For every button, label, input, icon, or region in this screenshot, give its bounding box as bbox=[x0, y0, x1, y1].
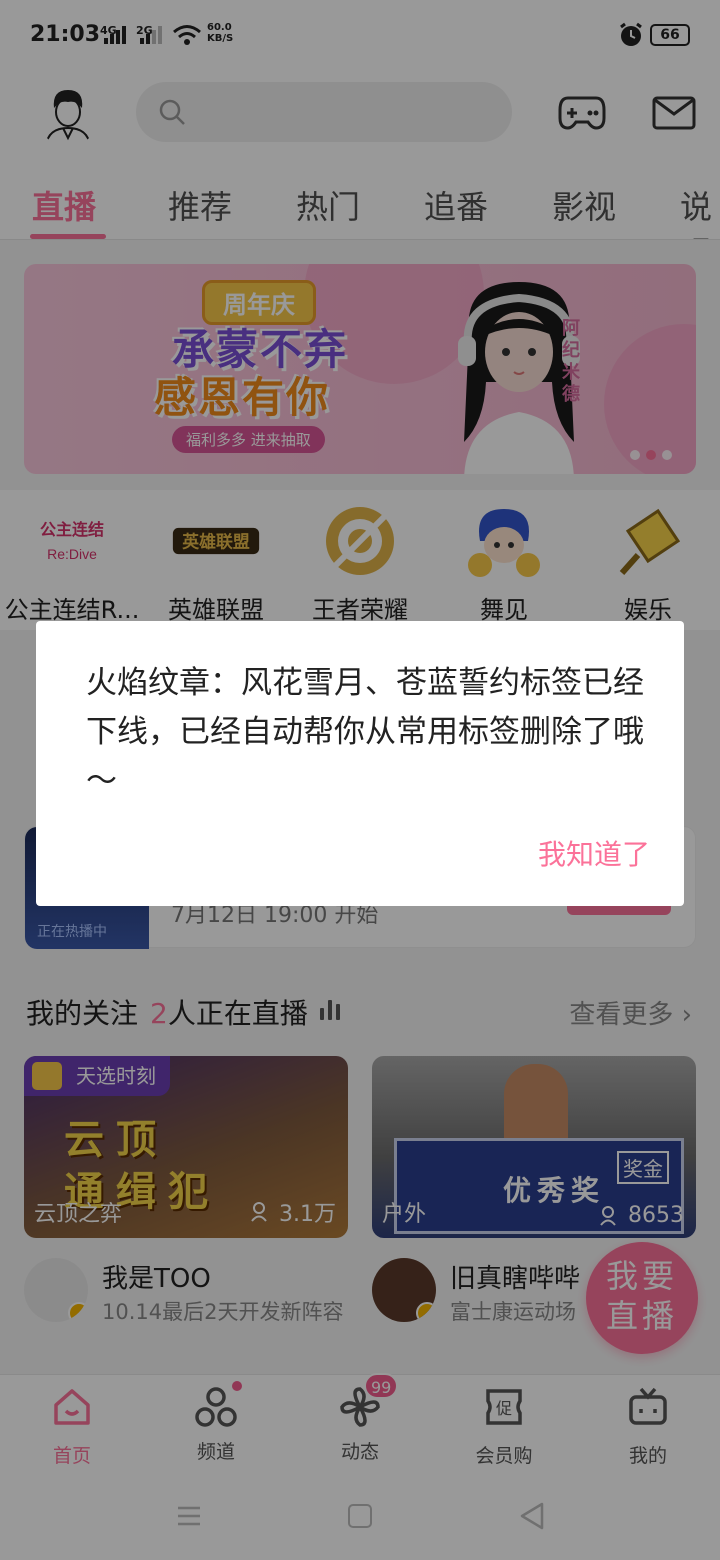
dialog-ok-button[interactable]: 我知道了 bbox=[538, 833, 650, 873]
dialog-message: 火焰纹章：风花雪月、苍蓝誓约标签已经下线，已经自动帮你从常用标签删除了哦～ bbox=[86, 665, 644, 799]
tag-removed-dialog: 火焰纹章：风花雪月、苍蓝誓约标签已经下线，已经自动帮你从常用标签删除了哦～ 我知… bbox=[36, 621, 684, 906]
